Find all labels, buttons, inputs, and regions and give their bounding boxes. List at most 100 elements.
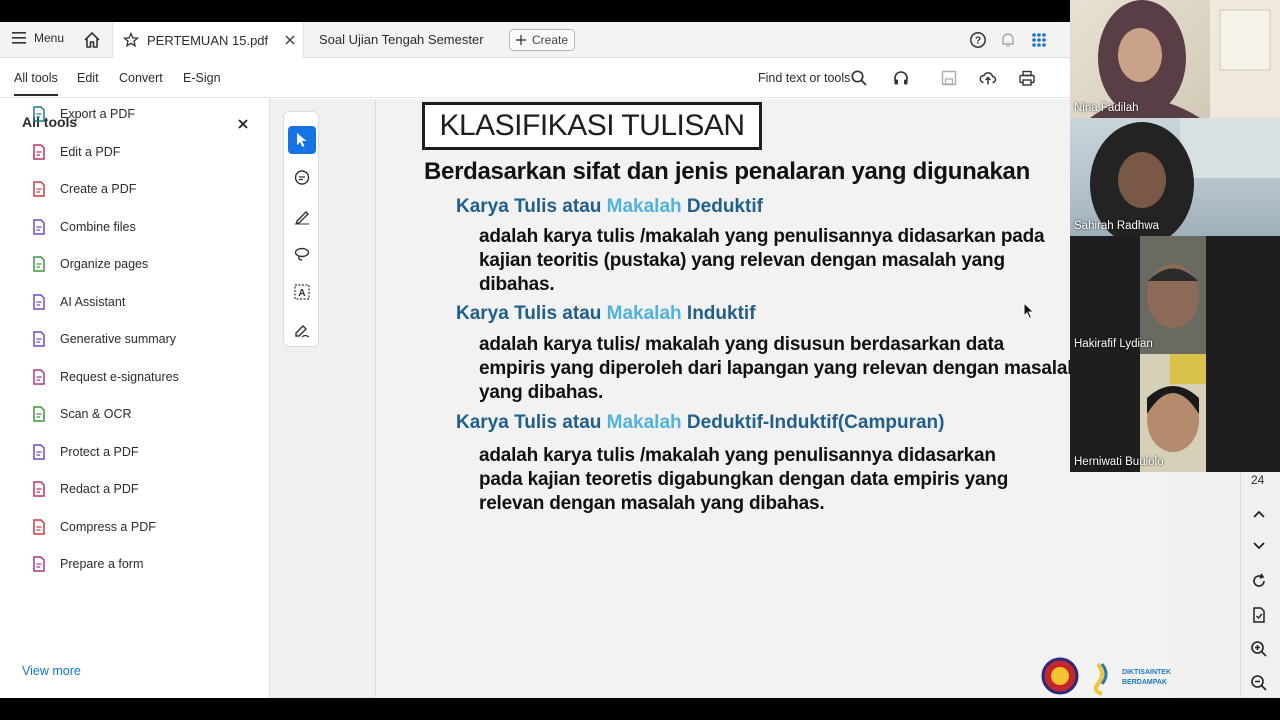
menu-convert[interactable]: Convert	[119, 71, 163, 85]
tool-item-create-a-pdf[interactable]: Create a PDF	[30, 177, 136, 201]
create-pdf-icon	[33, 181, 45, 197]
mouse-cursor-icon	[1023, 302, 1035, 320]
participant-silhouette	[1090, 0, 1280, 118]
university-logos: DIKTISAINTEK BERDAMPAK	[1041, 657, 1171, 696]
search-icon[interactable]	[850, 69, 868, 87]
menu-edit[interactable]: Edit	[77, 71, 99, 85]
tool-item-edit-a-pdf[interactable]: Edit a PDF	[30, 140, 120, 164]
star-icon[interactable]	[123, 32, 139, 48]
comment-tool[interactable]	[288, 164, 316, 192]
participant-name: Herniwati Buulolo	[1074, 456, 1164, 468]
menu-label: Menu	[34, 31, 65, 45]
section-text-campuran: adalah karya tulis /makalah yang penulis…	[479, 445, 1009, 514]
menu-button[interactable]: Menu	[12, 31, 64, 45]
tool-item-label: Request e-signatures	[60, 369, 179, 384]
menu-esign[interactable]: E-Sign	[183, 71, 221, 85]
tool-item-request-e-signatures[interactable]: Request e-signatures	[30, 365, 179, 389]
tool-item-protect-a-pdf[interactable]: Protect a PDF	[30, 440, 139, 464]
redact-pdf-icon	[33, 481, 45, 497]
tool-item-scan-ocr[interactable]: Scan & OCR	[30, 402, 132, 426]
tool-item-generative-summary[interactable]: Generative summary	[30, 327, 176, 351]
svg-text:DIKTISAINTEK: DIKTISAINTEK	[1122, 669, 1171, 676]
signature-pen-icon	[295, 325, 310, 338]
zoom-out-icon[interactable]	[1250, 674, 1268, 692]
participant-name: Nina Fadilah	[1074, 102, 1139, 114]
tab-pertemuan[interactable]: PERTEMUAN 15.pdf	[112, 22, 304, 58]
ai-assistant-icon	[33, 293, 45, 310]
tool-item-label: Combine files	[60, 219, 136, 234]
menu-all-tools[interactable]: All tools	[14, 71, 58, 96]
tool-item-prepare-a-form[interactable]: Prepare a form	[30, 552, 143, 576]
tool-item-label: Export a PDF	[60, 107, 136, 121]
help-icon[interactable]: ?	[969, 31, 987, 49]
participant-video-2[interactable]: Sahirah Radhwa	[1070, 118, 1280, 236]
participant-video-1[interactable]: Nina Fadilah	[1070, 0, 1280, 118]
draw-tool[interactable]	[288, 240, 316, 268]
compress-pdf-icon	[33, 518, 45, 535]
prepare-form-icon	[33, 556, 45, 572]
zoom-in-icon[interactable]	[1250, 640, 1268, 658]
tab-soal-ujian[interactable]: Soal Ujian Tengah Semester	[319, 32, 484, 47]
view-more-link[interactable]: View more	[22, 664, 81, 678]
tool-item-label: Prepare a form	[60, 557, 144, 571]
combine-files-icon	[33, 218, 45, 235]
quick-tools-bar: A	[283, 111, 319, 347]
section-heading-induktif: Karya Tulis atau Makalah Induktif	[456, 303, 756, 324]
save-icon[interactable]	[940, 69, 958, 87]
organize-pages-icon	[33, 256, 45, 272]
tool-item-label: Protect a PDF	[60, 444, 139, 459]
svg-text:A: A	[298, 288, 305, 299]
plus-icon	[515, 35, 526, 45]
tool-item-combine-files[interactable]: Combine files	[30, 215, 136, 239]
tool-item-label: Create a PDF	[60, 182, 137, 196]
svg-text:BERDAMPAK: BERDAMPAK	[1122, 679, 1167, 686]
participant-name: Sahirah Radhwa	[1074, 220, 1160, 232]
create-button[interactable]: Create	[509, 29, 575, 51]
tab-label: PERTEMUAN 15.pdf	[147, 32, 269, 48]
tool-item-organize-pages[interactable]: Organize pages	[30, 252, 148, 276]
participant-video-4[interactable]: Herniwati Buulolo	[1070, 354, 1280, 472]
select-tool[interactable]	[288, 126, 316, 154]
highlight-tool[interactable]	[288, 202, 316, 230]
pointer-icon	[297, 133, 307, 147]
print-icon[interactable]	[1018, 69, 1036, 87]
tool-item-label: Redact a PDF	[60, 482, 139, 496]
page-number: 24	[1251, 473, 1265, 487]
notification-bell-icon[interactable]	[999, 31, 1017, 49]
participant-silhouette	[1140, 236, 1206, 354]
chevron-down-icon[interactable]	[1250, 536, 1268, 554]
close-tab-icon[interactable]	[283, 33, 297, 47]
hamburger-icon	[12, 32, 26, 44]
tool-item-compress-a-pdf[interactable]: Compress a PDF	[30, 515, 156, 539]
scan-ocr-icon	[33, 406, 45, 422]
edit-pdf-icon	[33, 143, 45, 160]
text-select-tool[interactable]: A	[288, 278, 316, 306]
tool-item-ai-assistant[interactable]: AI Assistant	[30, 290, 125, 314]
protect-pdf-icon	[33, 443, 45, 460]
export-pdf-icon	[33, 106, 45, 122]
tool-item-export-a-pdf[interactable]: Export a PDF	[30, 102, 135, 126]
find-tools-label[interactable]: Find text or tools	[758, 71, 850, 85]
tool-item-label: Generative summary	[60, 332, 177, 346]
tool-item-redact-a-pdf[interactable]: Redact a PDF	[30, 477, 139, 501]
rotate-icon[interactable]	[1250, 572, 1268, 590]
page-info-icon[interactable]	[1250, 606, 1268, 624]
section-heading-campuran: Karya Tulis atau Makalah Deduktif-Indukt…	[456, 412, 945, 433]
pen-icon	[295, 211, 309, 225]
slide-subtitle: Berdasarkan sifat dan jenis penalaran ya…	[424, 158, 1030, 185]
chevron-up-icon[interactable]	[1250, 506, 1268, 524]
create-label: Create	[531, 33, 569, 47]
close-panel-icon[interactable]	[236, 117, 250, 131]
tool-item-label: AI Assistant	[60, 294, 126, 309]
text-box-icon: A	[294, 284, 310, 300]
headphones-icon[interactable]	[892, 69, 910, 87]
sign-tool[interactable]	[288, 316, 316, 344]
participant-video-3[interactable]: Hakirafif Lydian	[1070, 236, 1280, 354]
home-icon[interactable]	[82, 30, 102, 50]
participant-name: Hakirafif Lydian	[1074, 338, 1153, 350]
screen-bottom-bar	[0, 698, 1280, 720]
slide-title: KLASIFIKASI TULISAN	[422, 102, 762, 150]
upload-cloud-icon[interactable]	[979, 69, 997, 87]
apps-grid-icon[interactable]	[1030, 31, 1048, 49]
all-tools-panel: All tools Export a PDF Edit a PDF Create a…	[0, 99, 270, 698]
